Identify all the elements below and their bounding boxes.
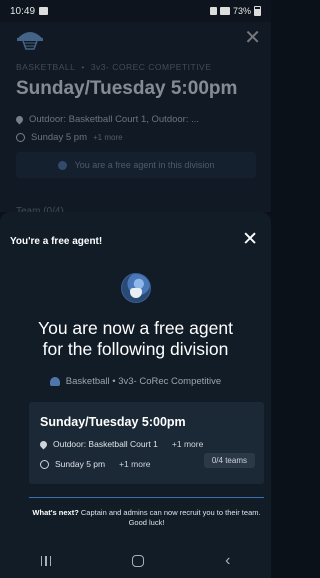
gallery-icon [39, 7, 49, 15]
basketball-icon [49, 377, 60, 386]
card-schedule-row: Sunday 5 pm +1 more [40, 459, 151, 469]
schedule-row: Sunday 5 pm +1 more [16, 132, 123, 143]
card-location-row: Outdoor: Basketball Court 1 +1 more [38, 439, 203, 449]
alarm-icon [209, 7, 217, 15]
sheet-title: You're a free agent! [10, 236, 103, 247]
division-label: Basketball • 3v3- CoRec Competitive [0, 376, 271, 387]
free-agent-sheet: You're a free agent! ✕ You are now a fre… [0, 212, 271, 544]
location-pin-icon [38, 439, 49, 449]
battery-icon [254, 6, 261, 16]
avatar [121, 273, 151, 303]
location-pin-icon [14, 114, 25, 125]
free-agent-banner: You are a free agent in this division [16, 152, 256, 178]
divider [29, 497, 264, 498]
whats-next-note: What's next? Captain and admins can now … [32, 508, 261, 527]
breadcrumb: BASKETBALL • 3v3- COREC COMPETITIVE [16, 62, 212, 72]
clock-icon [40, 459, 49, 469]
close-icon[interactable]: ✕ [242, 230, 258, 249]
teams-count-badge: 0/4 teams [203, 453, 255, 468]
card-title: Sunday/Tuesday 5:00pm [40, 415, 186, 429]
recents-button[interactable] [40, 556, 52, 566]
division-card[interactable]: Sunday/Tuesday 5:00pm Outdoor: Basketbal… [29, 402, 264, 484]
app-logo-icon [17, 32, 43, 50]
page-title: Sunday/Tuesday 5:00pm [16, 78, 238, 99]
background-page: ✕ BASKETBALL • 3v3- COREC COMPETITIVE Su… [0, 22, 271, 217]
signal-icon [219, 7, 230, 15]
status-time: 10:49 [10, 5, 36, 17]
navigation-bar: ‹ [0, 544, 271, 578]
close-icon[interactable]: ✕ [244, 28, 261, 48]
location-row: Outdoor: Basketball Court 1, Outdoor: ..… [14, 114, 199, 125]
clock-icon [16, 133, 25, 142]
status-bar: 10:49 73% [0, 0, 271, 22]
person-icon [57, 160, 67, 170]
headline: You are now a free agent for the followi… [38, 318, 233, 359]
home-button[interactable] [132, 555, 145, 567]
back-button[interactable]: ‹ [225, 553, 230, 569]
battery-percent: 73% [232, 6, 251, 16]
